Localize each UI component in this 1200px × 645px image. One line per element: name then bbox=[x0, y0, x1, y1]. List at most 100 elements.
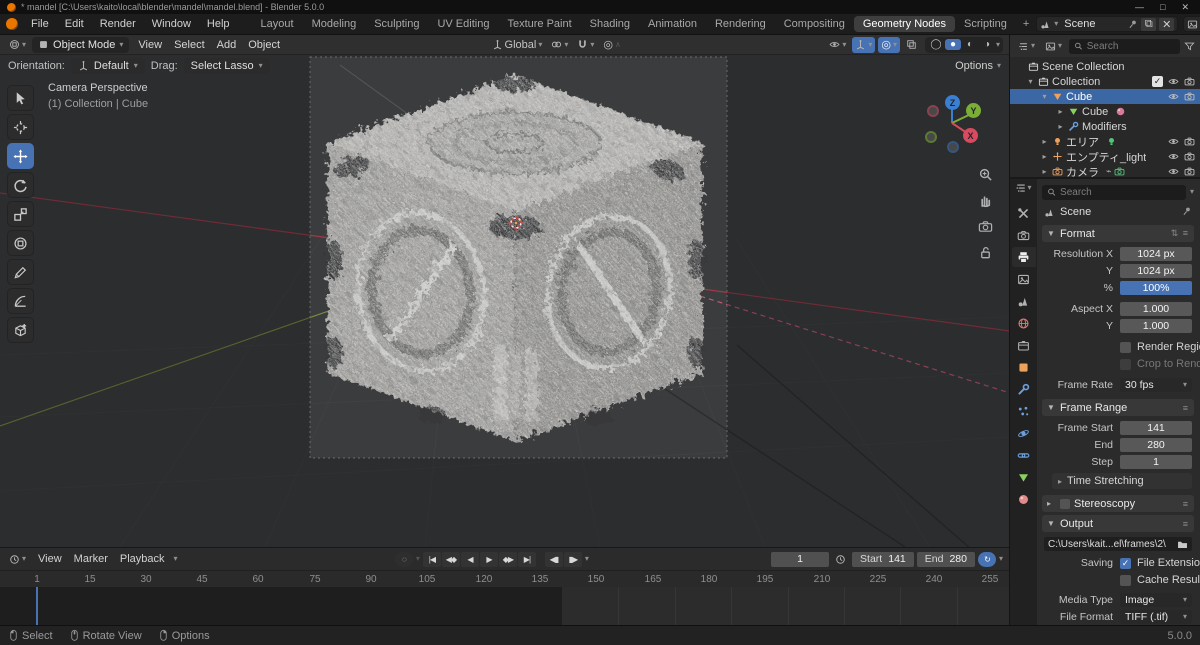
outliner-search[interactable] bbox=[1069, 39, 1180, 54]
crop-to-region-checkbox[interactable] bbox=[1120, 359, 1131, 370]
properties-tab[interactable] bbox=[1012, 467, 1036, 487]
resolution-percentage-field[interactable]: 100% bbox=[1120, 281, 1192, 295]
properties-tab[interactable] bbox=[1012, 445, 1036, 465]
resolution-x-field[interactable]: 1024 px bbox=[1120, 247, 1192, 261]
frame-step-button[interactable]: ▮▶ bbox=[564, 552, 582, 567]
render-region-checkbox[interactable] bbox=[1120, 342, 1131, 353]
menu-item[interactable]: File bbox=[23, 17, 57, 31]
timeline-ruler[interactable]: 1153045607590105120135150165180195210225… bbox=[0, 570, 1009, 587]
current-frame-line[interactable] bbox=[36, 587, 38, 625]
properties-tab[interactable] bbox=[1012, 335, 1036, 355]
cache-result-checkbox[interactable] bbox=[1120, 575, 1131, 586]
properties-tab[interactable] bbox=[1012, 247, 1036, 267]
expand-caret-icon[interactable]: ▸ bbox=[1040, 152, 1049, 161]
outliner-row[interactable]: ▸ エンプティ_light ⌁ ✓ bbox=[1010, 149, 1200, 164]
properties-search[interactable] bbox=[1042, 185, 1186, 200]
media-type-dropdown[interactable]: Image▾ bbox=[1120, 593, 1192, 607]
timeline-track-area[interactable]: 1 bbox=[0, 587, 1009, 625]
outliner-row[interactable]: ▸ エリア ⌁ ✓ bbox=[1010, 134, 1200, 149]
use-preview-range-toggle[interactable] bbox=[832, 551, 849, 567]
disable-render-camera-icon[interactable] bbox=[1184, 136, 1195, 147]
properties-search-input[interactable] bbox=[1060, 187, 1181, 198]
scene-name[interactable]: Scene bbox=[1061, 18, 1125, 30]
outliner-display-mode[interactable]: ▾ bbox=[1042, 38, 1065, 54]
proportional-editing-toggle[interactable]: ◎∧ bbox=[600, 37, 623, 53]
timeline-menu-item[interactable]: View bbox=[32, 553, 68, 565]
visibility-dropdown[interactable]: ▾ bbox=[826, 37, 849, 53]
gizmo-minus-x-axis[interactable] bbox=[927, 105, 939, 117]
frame-start-field[interactable]: 141 bbox=[1120, 421, 1192, 435]
tool-button[interactable] bbox=[7, 317, 34, 343]
gizmo-y-axis[interactable]: Y bbox=[966, 103, 981, 118]
pivot-point-selector[interactable]: ▾ bbox=[548, 37, 571, 53]
outliner-row[interactable]: ▸ Cube ⌁ ✓ bbox=[1010, 104, 1200, 119]
hide-viewport-eye-icon[interactable] bbox=[1168, 91, 1179, 102]
mode-selector[interactable]: Object Mode▾ bbox=[32, 37, 129, 53]
disable-render-camera-icon[interactable] bbox=[1184, 166, 1195, 177]
scene-selector[interactable]: ▾ Scene ⧉ ✕ bbox=[1036, 16, 1178, 32]
zoom-icon[interactable] bbox=[978, 167, 993, 182]
hide-viewport-eye-icon[interactable] bbox=[1168, 166, 1179, 177]
pan-hand-icon[interactable] bbox=[978, 193, 993, 208]
menu-item[interactable]: Edit bbox=[57, 17, 92, 31]
frame-end-field[interactable]: 280 bbox=[1120, 438, 1192, 452]
fractal-cube-object[interactable] bbox=[326, 75, 704, 441]
aspect-x-field[interactable]: 1.000 bbox=[1120, 302, 1192, 316]
hide-viewport-eye-icon[interactable] bbox=[1168, 151, 1179, 162]
blender-menu-icon[interactable] bbox=[6, 18, 18, 30]
xray-toggle[interactable] bbox=[903, 37, 920, 53]
playback-button[interactable]: ◆▶ bbox=[499, 552, 517, 567]
timeline-menu-item[interactable]: Marker bbox=[68, 553, 114, 565]
aspect-y-field[interactable]: 1.000 bbox=[1120, 319, 1192, 333]
maximize-icon[interactable]: □ bbox=[1160, 2, 1165, 13]
workspace-tab[interactable]: Texture Paint bbox=[498, 16, 580, 32]
lock-view-icon[interactable] bbox=[978, 245, 993, 260]
gizmo-minus-y-axis[interactable] bbox=[925, 131, 937, 143]
tool-button[interactable] bbox=[7, 85, 34, 111]
menu-item[interactable]: Render bbox=[92, 17, 144, 31]
playback-button[interactable]: ▶| bbox=[518, 552, 536, 567]
output-path-field[interactable]: C:\Users\kait...el\frames\2\ bbox=[1044, 537, 1192, 551]
tool-button[interactable] bbox=[7, 172, 34, 198]
breadcrumb-scene-label[interactable]: Scene bbox=[1060, 206, 1091, 218]
search-filter-chevron[interactable]: ▾ bbox=[1190, 188, 1194, 196]
outliner-row[interactable]: ▾ Cube ⌁ ✓ bbox=[1010, 89, 1200, 104]
workspace-tab[interactable]: Scripting bbox=[955, 16, 1016, 32]
properties-tab[interactable] bbox=[1012, 423, 1036, 443]
stereoscopy-checkbox[interactable] bbox=[1060, 499, 1070, 509]
auto-keying-toggle[interactable]: ◌ bbox=[395, 552, 413, 567]
pin-icon[interactable] bbox=[1182, 206, 1192, 216]
gizmo-minus-z-axis[interactable] bbox=[947, 141, 959, 153]
add-workspace-button[interactable]: + bbox=[1016, 18, 1036, 30]
tool-button[interactable] bbox=[7, 259, 34, 285]
properties-tab[interactable] bbox=[1012, 225, 1036, 245]
properties-tab[interactable] bbox=[1012, 401, 1036, 421]
tool-options-dropdown[interactable]: Options▾ bbox=[955, 60, 1001, 72]
viewlayer-selector[interactable]: ▾ ViewLayer ⧉ ✕ bbox=[1183, 16, 1200, 32]
hide-viewport-eye-icon[interactable] bbox=[1168, 76, 1179, 87]
timeline-menu-item[interactable]: Playback bbox=[114, 553, 171, 565]
format-panel-header[interactable]: ▼ Format ⇅ ≡ bbox=[1042, 225, 1194, 242]
close-icon[interactable]: ✕ bbox=[1181, 2, 1189, 13]
expand-caret-icon[interactable]: ▾ bbox=[1026, 77, 1035, 86]
output-panel-header[interactable]: ▼ Output ≡ bbox=[1042, 515, 1194, 532]
outliner-row[interactable]: ▸ カメラ ⌁ ✓ bbox=[1010, 164, 1200, 177]
viewport-menu-item[interactable]: Select bbox=[168, 39, 211, 51]
snap-toggle[interactable]: ▾ bbox=[574, 37, 597, 53]
workspace-tab[interactable]: Geometry Nodes bbox=[854, 16, 955, 32]
shading-material-icon[interactable]: ◐ bbox=[962, 39, 978, 50]
time-stretching-subpanel[interactable]: ▸ Time Stretching bbox=[1052, 473, 1192, 489]
outliner-row[interactable]: Scene Collection ⌁ ✓ bbox=[1010, 59, 1200, 74]
playback-button[interactable]: ◀ bbox=[461, 552, 479, 567]
workspace-tab[interactable]: Compositing bbox=[775, 16, 854, 32]
disable-render-camera-icon[interactable] bbox=[1184, 76, 1195, 87]
viewport-menu-item[interactable]: Object bbox=[242, 39, 286, 51]
editor-type-selector[interactable]: ▾ bbox=[6, 37, 29, 53]
frame-end-field[interactable]: End280 bbox=[917, 552, 975, 567]
expand-caret-icon[interactable]: ▸ bbox=[1040, 167, 1049, 176]
shading-rendered-icon[interactable]: ◑ bbox=[979, 39, 995, 50]
frame-rate-dropdown[interactable]: 30 fps▾ bbox=[1120, 378, 1192, 392]
tool-button[interactable] bbox=[7, 230, 34, 256]
frame-range-panel-header[interactable]: ▼ Frame Range ≡ bbox=[1042, 399, 1194, 416]
3d-viewport[interactable]: Orientation: Default▾ Drag: Select Lasso… bbox=[0, 55, 1009, 547]
